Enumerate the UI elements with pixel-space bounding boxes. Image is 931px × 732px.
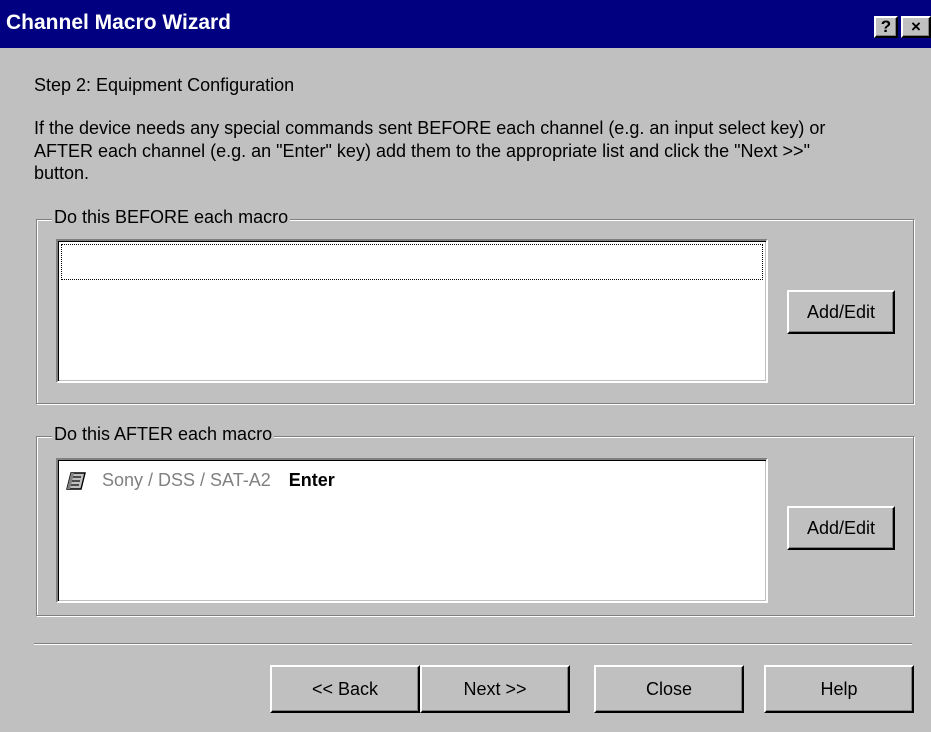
instructions-text: If the device needs any special commands…	[34, 118, 826, 183]
before-macro-group: Do this BEFORE each macro Add/Edit	[36, 207, 914, 404]
step-heading: Step 2: Equipment Configuration	[34, 75, 295, 95]
help-button[interactable]: Help	[764, 665, 914, 713]
close-window-button[interactable]: ×	[901, 16, 931, 38]
before-add-edit-button[interactable]: Add/Edit	[787, 290, 895, 334]
list-item[interactable]: Sony / DSS / SAT-A2 Enter	[66, 470, 335, 491]
footer-separator	[34, 643, 912, 645]
context-help-button[interactable]: ?	[874, 16, 898, 38]
after-macro-group: Do this AFTER each macro Sony / DSS / SA…	[36, 424, 914, 616]
after-commands-list[interactable]: Sony / DSS / SAT-A2 Enter	[56, 458, 768, 603]
command-name: Enter	[288, 470, 335, 490]
after-add-edit-button[interactable]: Add/Edit	[787, 506, 895, 550]
window-title: Channel Macro Wizard	[6, 11, 232, 34]
back-button[interactable]: << Back	[270, 665, 420, 713]
next-button[interactable]: Next >>	[420, 665, 570, 713]
title-bar[interactable]: Channel Macro Wizard ? ×	[0, 0, 931, 48]
channel-macro-wizard-dialog: Channel Macro Wizard ? × Step 2: Equipme…	[0, 0, 931, 732]
before-commands-list[interactable]	[56, 239, 768, 383]
before-group-label: Do this BEFORE each macro	[52, 207, 291, 228]
list-focus-rectangle[interactable]	[61, 244, 763, 280]
device-path: Sony / DSS / SAT-A2	[102, 470, 271, 490]
close-button[interactable]: Close	[594, 665, 744, 713]
after-group-label: Do this AFTER each macro	[52, 424, 275, 445]
remote-control-icon	[66, 471, 86, 490]
